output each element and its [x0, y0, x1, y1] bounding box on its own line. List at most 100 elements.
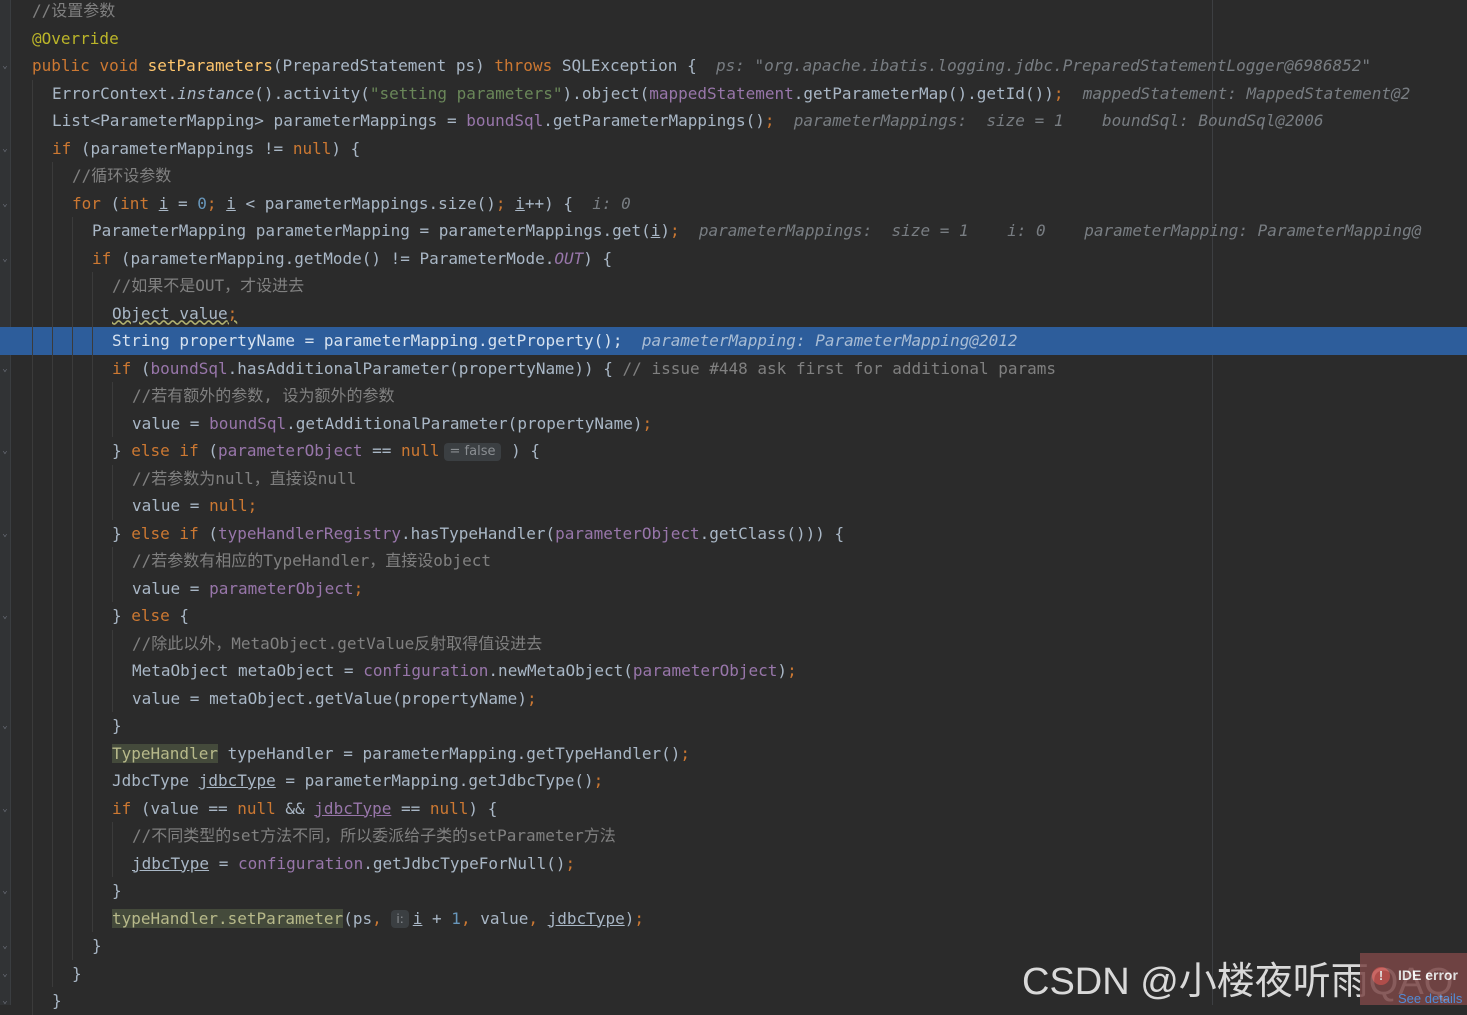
indent-guide [32, 244, 33, 272]
code-token: ; [247, 496, 258, 515]
code-token: = parameterMapping.getJdbcType() [275, 771, 594, 790]
indent-guide [92, 657, 93, 685]
indent-guide [32, 492, 33, 520]
code-line[interactable]: value = parameterObject; [0, 574, 1467, 602]
indent-guide [52, 189, 53, 217]
code-token: int [120, 193, 150, 213]
code-line[interactable]: //若参数有相应的TypeHandler，直接设object [0, 547, 1467, 575]
code-token: Object value [112, 303, 228, 323]
code-line[interactable]: if (parameterMapping.getMode() != Parame… [0, 244, 1467, 273]
code-token: ) { [468, 798, 498, 818]
code-token: ().activity( [254, 83, 370, 103]
code-token: boundSql [150, 358, 228, 378]
code-token: ; [353, 578, 364, 598]
indent-guide [52, 877, 53, 905]
indent-guide [72, 382, 73, 410]
code-text: //如果不是OUT，才设进去 [112, 272, 304, 300]
code-token: = [209, 853, 238, 873]
code-line[interactable]: Object value; [0, 299, 1467, 327]
code-token: (ps [343, 908, 373, 928]
code-line[interactable]: public void setParameters(PreparedStatem… [0, 52, 1467, 80]
code-line[interactable]: if (value == null && jdbcType == null) { [0, 794, 1467, 822]
indent-guide [52, 684, 53, 712]
code-token: } [112, 716, 122, 735]
code-line[interactable]: //循环设参数 [0, 162, 1467, 190]
code-line[interactable]: } [0, 712, 1467, 740]
code-line[interactable]: MetaObject metaObject = configuration.ne… [0, 657, 1467, 685]
code-line[interactable]: JdbcType jdbcType = parameterMapping.get… [0, 767, 1467, 795]
indent-guide [72, 904, 73, 932]
code-token: if [52, 138, 72, 158]
indent-guide [52, 739, 53, 767]
code-token: 0 [197, 193, 207, 213]
code-text: } else if (typeHandlerRegistry.hasTypeHa… [112, 520, 844, 548]
code-line[interactable]: //设置参数 [0, 0, 1467, 25]
indent-guide [32, 299, 33, 327]
code-token: i [412, 908, 423, 928]
code-line[interactable]: //若有额外的参数, 设为额外的参数 [0, 382, 1467, 410]
code-line[interactable]: if (parameterMappings != null) { [0, 134, 1467, 162]
code-line[interactable]: typeHandler.setParameter(ps, i: i + 1, va… [0, 904, 1467, 933]
code-text: typeHandler.setParameter(ps, i: i + 1, va… [112, 905, 644, 933]
code-token: } [112, 881, 122, 900]
code-token: value = [132, 413, 210, 433]
indent-guide [72, 657, 73, 685]
code-line[interactable]: ErrorContext.instance().activity("settin… [0, 79, 1467, 107]
code-line[interactable]: //如果不是OUT，才设进去 [0, 272, 1467, 300]
indent-guide [52, 272, 53, 300]
code-line[interactable]: TypeHandler typeHandler = parameterMappi… [0, 739, 1467, 767]
indent-guide [32, 519, 33, 547]
indent-guide [92, 877, 93, 905]
debug-inline-value: parameterMappings: size = 1 i: 0 paramet… [698, 221, 1422, 240]
indent-guide [72, 409, 73, 437]
code-token: JdbcType [112, 771, 199, 790]
code-token: throws [494, 56, 553, 75]
code-line[interactable]: } else if (parameterObject == null = fals… [0, 437, 1467, 465]
code-line[interactable]: ParameterMapping parameterMapping = para… [0, 217, 1467, 245]
indent-guide [72, 602, 73, 630]
code-token: , [460, 908, 481, 928]
code-comment: //设置参数 [32, 1, 116, 20]
code-line[interactable]: List<ParameterMapping> parameterMappings… [0, 107, 1467, 135]
code-line[interactable]: } else { [0, 602, 1467, 630]
indent-guide [32, 602, 33, 630]
code-token: == [391, 798, 430, 818]
code-line[interactable]: jdbcType = configuration.getJdbcTypeForN… [0, 849, 1467, 877]
code-line[interactable]: } [0, 877, 1467, 905]
execution-point-line[interactable]: String propertyName = parameterMapping.g… [0, 327, 1467, 355]
code-token: ( [198, 441, 218, 460]
code-text: if (parameterMapping.getMode() != Parame… [92, 245, 612, 273]
code-token: && [275, 798, 315, 818]
code-line[interactable]: //除此以外，MetaObject.getValue反射取得值设进去 [0, 629, 1467, 657]
code-token: else if [131, 523, 199, 543]
code-line[interactable]: //若参数为null，直接设null [0, 464, 1467, 492]
code-line[interactable]: value = null; [0, 492, 1467, 520]
code-line[interactable]: for (int i = 0; i < parameterMappings.si… [0, 189, 1467, 218]
code-token: ).object( [562, 83, 650, 103]
code-token: else if [131, 441, 199, 460]
indent-guide [92, 327, 93, 355]
indent-guide [52, 354, 53, 382]
inline-evaluation-hint: = false [443, 442, 502, 461]
code-line[interactable]: value = metaObject.getValue(propertyName… [0, 684, 1467, 713]
code-text: for (int i = 0; i < parameterMappings.si… [72, 190, 631, 218]
indent-guide [92, 684, 93, 712]
code-line[interactable]: if (boundSql.hasAdditionalParameter(prop… [0, 354, 1467, 382]
code-token: parameterObject [217, 441, 363, 460]
indent-guide [92, 629, 93, 657]
ide-error-notification[interactable]: ! IDE error See details [1360, 953, 1467, 1006]
code-token: ; [642, 413, 653, 433]
code-line[interactable]: } else if (typeHandlerRegistry.hasTypeHa… [0, 519, 1467, 548]
code-line[interactable]: value = boundSql.getAdditionalParameter(… [0, 409, 1467, 437]
code-line[interactable]: //不同类型的set方法不同，所以委派给子类的setParameter方法 [0, 822, 1467, 850]
code-line[interactable]: @Override [0, 25, 1467, 53]
code-token: , [372, 908, 392, 928]
code-token: + [422, 908, 452, 928]
see-details-link[interactable]: See details [1398, 991, 1462, 1006]
code-token: typeHandler.setParameter [112, 908, 344, 928]
indent-guide [72, 822, 73, 850]
indent-guide [72, 327, 73, 355]
code-editor[interactable]: //设置参数 @Override public void setParameters… [0, 0, 1467, 1015]
code-text: value = metaObject.getValue(propertyName… [132, 685, 537, 713]
